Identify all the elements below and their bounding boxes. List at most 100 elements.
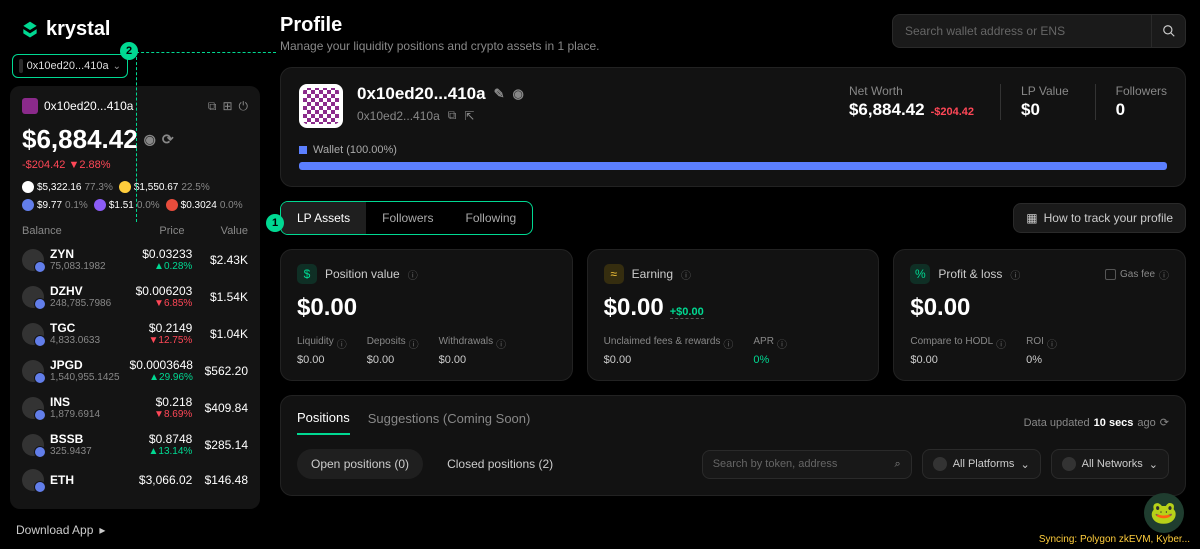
token-row[interactable]: ZYN75,083.1982$0.03233▲0.28%$2.43K (22, 241, 248, 278)
earning-value: $0.00 (604, 294, 664, 322)
platforms-dropdown[interactable]: All Platforms ⌄ (922, 449, 1041, 479)
checkbox-icon (1105, 269, 1116, 280)
token-icon (22, 434, 44, 456)
position-value: $0.00 (297, 294, 556, 322)
metric-sub-item: ROI ⓘ0% (1026, 336, 1057, 366)
profile-avatar (299, 84, 343, 128)
chevron-down-icon: ⌄ (113, 61, 121, 72)
wallet-address: 0x10ed20...410a (27, 60, 109, 72)
followers-label: Followers (1116, 84, 1167, 98)
search-icon (1162, 24, 1176, 38)
annotation-arrow (136, 52, 276, 222)
token-row[interactable]: TGC4,833.0633$0.2149▼12.75%$1.04K (22, 315, 248, 352)
alloc-label: Wallet (100.00%) (313, 144, 397, 156)
token-row[interactable]: BSSB325.9437$0.8748▲13.14%$285.14 (22, 426, 248, 463)
token-row[interactable]: DZHV248,785.7986$0.006203▼6.85%$1.54K (22, 278, 248, 315)
networth-label: Net Worth (849, 84, 974, 98)
alloc-chip: $5,322.1677.3% (22, 181, 113, 193)
tab-positions[interactable]: Positions (297, 410, 350, 435)
token-row[interactable]: INS1,879.6914$0.218▼8.69%$409.84 (22, 389, 248, 426)
metric-sub-item: Deposits ⓘ$0.00 (367, 336, 419, 366)
annotation-badge-2: 2 (120, 42, 138, 60)
tab-following[interactable]: Following (450, 202, 533, 234)
col-price: Price (114, 225, 185, 237)
chevron-down-icon: ⌄ (1020, 458, 1029, 471)
copy-address-icon[interactable]: ⧉ (448, 108, 457, 123)
networth-value: $6,884.42 (849, 100, 925, 120)
profile-tabs: LP Assets Followers Following (280, 201, 533, 235)
search-input[interactable]: Search wallet address or ENS (892, 14, 1152, 48)
position-sub: Liquidity ⓘ$0.00 Deposits ⓘ$0.00 Withdrawa… (297, 336, 556, 366)
tab-followers[interactable]: Followers (366, 202, 449, 234)
pnl-value: $0.00 (910, 294, 1169, 322)
annotation-badge-1: 1 (266, 214, 284, 232)
data-updated: Data updated 10 secs ago ⟳ (1024, 416, 1169, 429)
followers-value: 0 (1116, 100, 1167, 120)
token-icon (22, 323, 44, 345)
token-row[interactable]: ETH$3,066.02$146.48 (22, 463, 248, 497)
token-rows: ZYN75,083.1982$0.03233▲0.28%$2.43KDZHV24… (22, 241, 248, 497)
pnl-title: Profit & loss (938, 267, 1002, 281)
token-icon (22, 469, 44, 491)
networks-dropdown[interactable]: All Networks ⌄ (1051, 449, 1169, 479)
info-icon[interactable]: ⓘ (1010, 267, 1020, 282)
page-title: Profile (280, 14, 600, 37)
networth-delta: -$204.42 (931, 106, 974, 118)
metric-sub-item: APR ⓘ0% (753, 336, 787, 366)
chevron-down-icon: ⌄ (1149, 458, 1158, 471)
profile-name: 0x10ed20...410a (357, 84, 486, 104)
position-value-title: Position value (325, 267, 400, 281)
tab-lp-assets[interactable]: LP Assets (281, 202, 366, 234)
metric-sub-item: Withdrawals ⓘ$0.00 (439, 336, 506, 366)
search-button[interactable] (1152, 14, 1186, 48)
info-icon[interactable]: ⓘ (408, 267, 418, 282)
download-app-link[interactable]: Download App ▸ (16, 523, 111, 537)
brand-text: krystal (46, 18, 111, 41)
edit-icon[interactable]: ✎ (494, 86, 505, 102)
profile-address: 0x10ed2...410a (357, 109, 440, 123)
android-icon: ▸ (99, 523, 105, 537)
how-to-button[interactable]: ▦ How to track your profile (1013, 203, 1186, 233)
info-icon[interactable]: ⓘ (681, 267, 691, 282)
platforms-icon (933, 457, 947, 471)
lpvalue-label: LP Value (1021, 84, 1069, 98)
alloc-bar (299, 162, 1167, 170)
search-icon: ⌕ (895, 458, 901, 471)
krystal-icon (20, 20, 40, 40)
visibility-icon[interactable]: ◉ (512, 86, 523, 102)
wallet-avatar-icon (22, 98, 38, 114)
info-icon: ⓘ (1159, 267, 1169, 282)
open-positions-filter[interactable]: Open positions (0) (297, 449, 423, 479)
token-icon (22, 286, 44, 308)
token-icon (22, 397, 44, 419)
token-row[interactable]: JPGD1,540,955.1425$0.0003648▲29.96%$562.… (22, 352, 248, 389)
alloc-color-icon (299, 146, 307, 154)
book-icon: ▦ (1026, 211, 1037, 225)
col-balance: Balance (22, 225, 114, 237)
panel-total: $6,884.42 (22, 124, 138, 155)
position-value-icon: $ (297, 264, 317, 284)
col-value: Value (184, 225, 248, 237)
token-icon (22, 360, 44, 382)
gas-fee-toggle[interactable]: Gas fee ⓘ (1105, 267, 1169, 282)
metric-sub-item: Compare to HODL ⓘ$0.00 (910, 336, 1006, 366)
metric-sub-item: Liquidity ⓘ$0.00 (297, 336, 347, 366)
closed-positions-filter[interactable]: Closed positions (2) (433, 449, 567, 479)
position-search-input[interactable]: Search by token, address ⌕ (702, 450, 912, 479)
tab-suggestions[interactable]: Suggestions (Coming Soon) (368, 411, 531, 434)
wallet-icon (19, 59, 23, 73)
earning-title: Earning (632, 267, 673, 281)
earning-plus: +$0.00 (670, 306, 704, 319)
page-subtitle: Manage your liquidity positions and cryp… (280, 39, 600, 53)
alloc-chip: $9.770.1% (22, 199, 88, 211)
networks-icon (1062, 457, 1076, 471)
external-link-icon[interactable]: ⇱ (464, 109, 474, 123)
refresh-icon[interactable]: ⟳ (1160, 416, 1169, 429)
chat-float-button[interactable]: 🐸 (1144, 493, 1184, 533)
brand-logo[interactable]: krystal (20, 18, 111, 41)
lpvalue-value: $0 (1021, 100, 1069, 120)
wallet-selector[interactable]: 0x10ed20...410a ⌄ (12, 54, 128, 78)
earning-sub: Unclaimed fees & rewards ⓘ$0.00APR ⓘ0% (604, 336, 863, 366)
token-icon (22, 249, 44, 271)
sync-status: Syncing: Polygon zkEVM, Kyber... (1039, 534, 1190, 545)
